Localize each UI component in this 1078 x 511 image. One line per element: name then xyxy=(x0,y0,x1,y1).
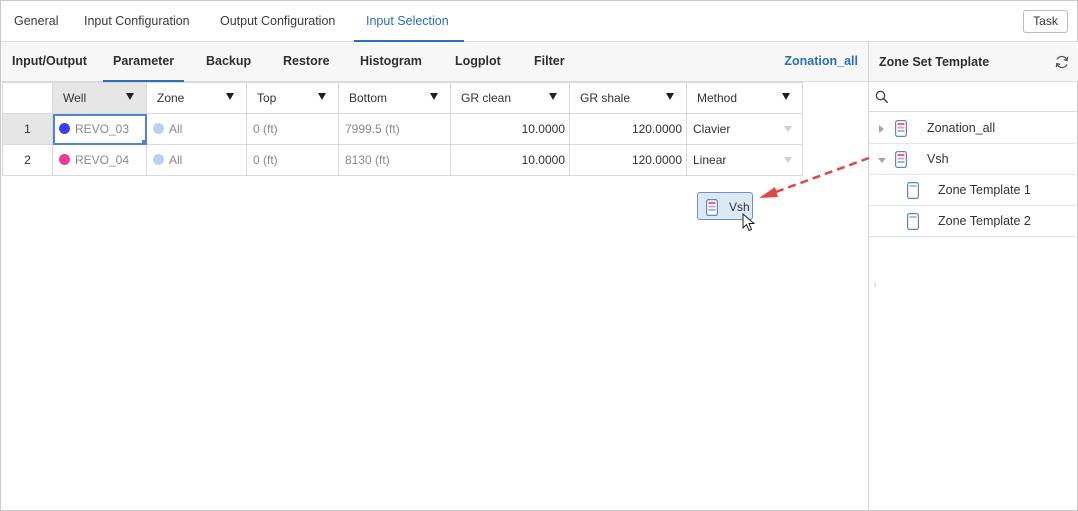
zone-set-icon xyxy=(706,199,718,216)
row-number[interactable]: 1 xyxy=(2,113,53,145)
tab-input-configuration[interactable]: Input Configuration xyxy=(84,1,190,41)
top-tab-bar: General Input Configuration Output Confi… xyxy=(1,1,1077,42)
zone-set-icon xyxy=(895,151,907,168)
method-value: Clavier xyxy=(693,122,731,136)
tab-input-selection[interactable]: Input Selection xyxy=(354,1,464,42)
collapse-handle[interactable] xyxy=(874,282,877,288)
drag-arrow xyxy=(759,156,870,198)
dropdown-arrow-icon[interactable] xyxy=(666,93,674,100)
tab-output-configuration[interactable]: Output Configuration xyxy=(220,1,335,41)
well-cell[interactable]: REVO_04 xyxy=(52,144,147,176)
search-icon xyxy=(875,90,889,104)
well-color-dot xyxy=(59,123,70,134)
col-header-bottom[interactable]: Bottom xyxy=(338,82,451,114)
well-name: REVO_04 xyxy=(75,153,130,167)
tree-search-row xyxy=(869,82,1078,112)
well-color-dot xyxy=(59,154,70,165)
well-cell[interactable]: REVO_03 xyxy=(52,113,147,145)
col-header-well[interactable]: Well xyxy=(52,82,147,114)
table-row[interactable]: 2 REVO_04 All 0 (ft) 8130 (ft) 10.0000 1… xyxy=(2,144,803,176)
tree-item-label: Vsh xyxy=(927,152,949,166)
dropdown-arrow-icon[interactable] xyxy=(430,93,438,100)
collapse-caret-icon[interactable] xyxy=(878,158,886,163)
col-header-label: Top xyxy=(257,91,277,105)
method-cell[interactable]: Clavier xyxy=(686,113,803,145)
col-header-top[interactable]: Top xyxy=(246,82,339,114)
tab-filter[interactable]: Filter xyxy=(534,42,565,81)
zone-template-icon xyxy=(907,213,919,230)
table-row[interactable]: 1 REVO_03 All 0 (ft) 7999.5 (ft) 10.0000… xyxy=(2,113,803,145)
top-cell[interactable]: 0 (ft) xyxy=(246,113,339,145)
zone-name: All xyxy=(169,122,183,136)
zone-color-dot xyxy=(153,123,164,134)
expand-caret-icon[interactable] xyxy=(879,125,884,133)
dropdown-arrow-icon[interactable] xyxy=(126,93,134,100)
gr-shale-cell[interactable]: 120.0000 xyxy=(569,113,687,145)
well-name: REVO_03 xyxy=(75,122,130,136)
method-value: Linear xyxy=(693,153,727,167)
col-header-method[interactable]: Method xyxy=(686,82,803,114)
tree-item-zone-template-2[interactable]: Zone Template 2 xyxy=(869,206,1078,237)
tab-general[interactable]: General xyxy=(14,1,58,41)
col-header-gr-shale[interactable]: GR shale xyxy=(569,82,687,114)
tab-backup[interactable]: Backup xyxy=(206,42,251,81)
dropdown-arrow-icon[interactable] xyxy=(782,93,790,100)
col-header-label: GR shale xyxy=(580,91,631,105)
tab-parameter[interactable]: Parameter xyxy=(102,42,185,82)
dropdown-arrow-icon[interactable] xyxy=(318,93,326,100)
tree-search-input[interactable] xyxy=(895,86,1071,108)
zone-name: All xyxy=(169,153,183,167)
tree-item-zone-template-1[interactable]: Zone Template 1 xyxy=(869,175,1078,206)
tree-item-label: Zonation_all xyxy=(927,121,996,135)
tab-restore[interactable]: Restore xyxy=(283,42,330,81)
tree-item-vsh[interactable]: Vsh xyxy=(869,144,1078,175)
tree-item-label: Zone Template 1 xyxy=(938,183,1031,197)
bottom-cell[interactable]: 7999.5 (ft) xyxy=(338,113,451,145)
zone-cell[interactable]: All xyxy=(146,113,247,145)
zone-set-template-header: Zone Set Template xyxy=(869,42,1078,82)
dropdown-arrow-icon[interactable] xyxy=(549,93,557,100)
col-header-gr-clean[interactable]: GR clean xyxy=(450,82,570,114)
bottom-cell[interactable]: 8130 (ft) xyxy=(338,144,451,176)
top-cell[interactable]: 0 (ft) xyxy=(246,144,339,176)
corner-cell[interactable] xyxy=(2,82,53,114)
task-button[interactable]: Task xyxy=(1023,10,1068,33)
grid-header-row: Well Zone Top Bottom GR clean GR shale M… xyxy=(2,82,803,114)
col-header-label: GR clean xyxy=(461,91,512,105)
tree-item-zonation-all[interactable]: Zonation_all xyxy=(869,113,1078,144)
zonation-link[interactable]: Zonation_all xyxy=(784,42,858,81)
app-window: General Input Configuration Output Confi… xyxy=(0,0,1078,511)
zone-cell[interactable]: All xyxy=(146,144,247,176)
sub-tab-bar: Input/Output Parameter Backup Restore Hi… xyxy=(1,42,868,82)
gr-clean-cell[interactable]: 10.0000 xyxy=(450,144,570,176)
tab-input-output[interactable]: Input/Output xyxy=(12,42,87,81)
col-header-label: Well xyxy=(63,91,87,105)
zone-color-dot xyxy=(153,154,164,165)
refresh-icon[interactable] xyxy=(1054,54,1070,70)
col-header-label: Bottom xyxy=(349,91,388,105)
mouse-cursor-icon xyxy=(742,213,756,232)
panel-title: Zone Set Template xyxy=(879,55,990,69)
gr-clean-cell[interactable]: 10.0000 xyxy=(450,113,570,145)
zone-set-icon xyxy=(895,120,907,137)
col-header-label: Zone xyxy=(157,91,185,105)
dropdown-arrow-icon[interactable] xyxy=(784,126,792,132)
tab-logplot[interactable]: Logplot xyxy=(455,42,501,81)
tree-item-label: Zone Template 2 xyxy=(938,214,1031,228)
col-header-zone[interactable]: Zone xyxy=(146,82,247,114)
row-number[interactable]: 2 xyxy=(2,144,53,176)
gr-shale-cell[interactable]: 120.0000 xyxy=(569,144,687,176)
col-header-label: Method xyxy=(697,91,738,105)
dropdown-arrow-icon[interactable] xyxy=(226,93,234,100)
tab-histogram[interactable]: Histogram xyxy=(360,42,422,81)
fill-handle[interactable] xyxy=(142,140,146,144)
zone-template-icon xyxy=(907,182,919,199)
parameter-grid: Well Zone Top Bottom GR clean GR shale M… xyxy=(2,82,803,176)
